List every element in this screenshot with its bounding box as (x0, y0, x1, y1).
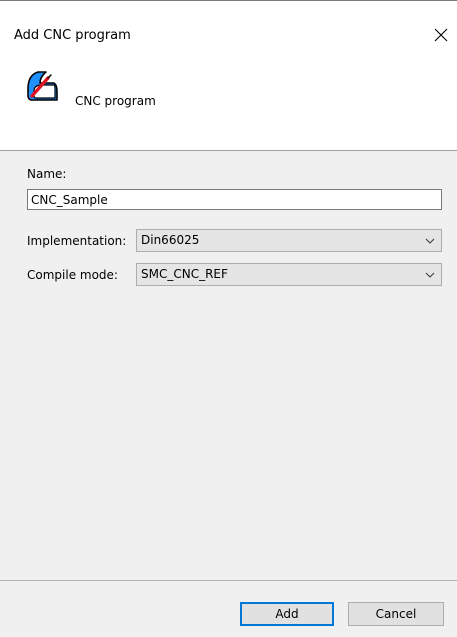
implementation-value: Din66025 (141, 233, 200, 247)
name-input[interactable] (27, 189, 442, 210)
dialog-header: CNC program (0, 63, 457, 150)
chevron-down-icon (425, 272, 435, 278)
title-bar: Add CNC program (0, 1, 457, 63)
dialog-title: Add CNC program (14, 28, 131, 43)
compile-mode-label: Compile mode: (27, 268, 118, 282)
close-button[interactable] (425, 19, 457, 51)
name-label: Name: (27, 167, 67, 181)
form-panel: Name: Implementation: Din66025 Compile m… (0, 151, 457, 580)
add-button[interactable]: Add (240, 602, 334, 626)
dialog-footer: Add Cancel (0, 581, 457, 637)
implementation-select[interactable]: Din66025 (136, 229, 442, 252)
program-type-label: CNC program (75, 94, 156, 108)
chevron-down-icon (425, 238, 435, 244)
compile-mode-select[interactable]: SMC_CNC_REF (136, 263, 442, 286)
implementation-label: Implementation: (27, 234, 127, 248)
compile-mode-value: SMC_CNC_REF (141, 267, 228, 281)
cnc-program-icon (27, 71, 58, 101)
cancel-button[interactable]: Cancel (348, 602, 444, 626)
close-icon (434, 28, 448, 42)
